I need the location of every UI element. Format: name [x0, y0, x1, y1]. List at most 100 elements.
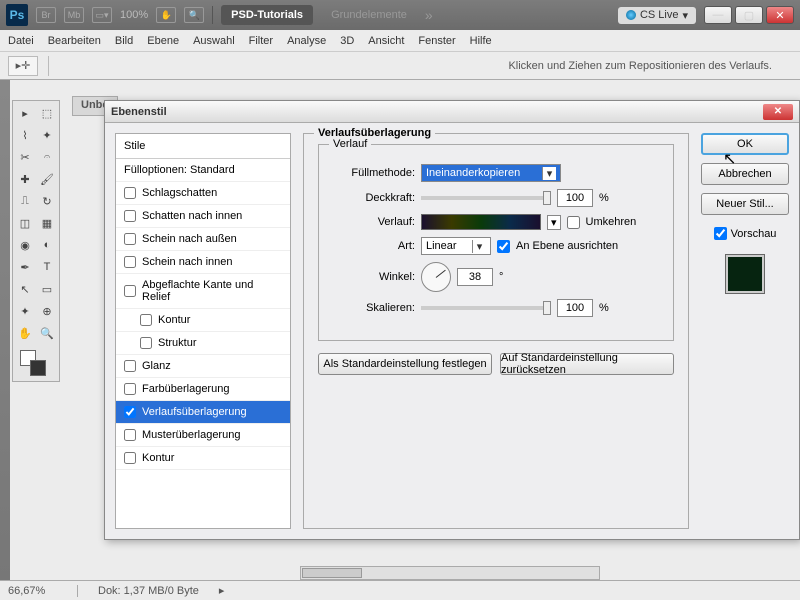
effect-schein-nach-au-en[interactable]: Schein nach außen	[116, 228, 290, 251]
effect-checkbox[interactable]	[140, 337, 152, 349]
menu-datei[interactable]: Datei	[8, 35, 34, 47]
menu-hilfe[interactable]: Hilfe	[470, 35, 492, 47]
effect-checkbox[interactable]	[140, 314, 152, 326]
effect-kontur[interactable]: Kontur	[116, 447, 290, 470]
angle-input[interactable]	[457, 268, 493, 286]
move-tool[interactable]: ▸	[15, 103, 35, 123]
ok-button[interactable]: OK	[701, 133, 789, 155]
3d-camera-tool[interactable]: ⊕	[37, 301, 57, 321]
effect-abgeflachte-kante-und-relief[interactable]: Abgeflachte Kante und Relief	[116, 274, 290, 309]
wand-tool[interactable]: ✦	[37, 125, 57, 145]
reset-default-button[interactable]: Auf Standardeinstellung zurücksetzen	[500, 353, 674, 375]
menu-auswahl[interactable]: Auswahl	[193, 35, 235, 47]
effect-checkbox[interactable]	[124, 256, 136, 268]
effect-checkbox[interactable]	[124, 406, 136, 418]
menu-3d[interactable]: 3D	[340, 35, 354, 47]
effect-muster-berlagerung[interactable]: Musterüberlagerung	[116, 424, 290, 447]
effect-checkbox[interactable]	[124, 210, 136, 222]
effect-schein-nach-innen[interactable]: Schein nach innen	[116, 251, 290, 274]
reverse-checkbox[interactable]	[567, 216, 580, 229]
effect-schlagschatten[interactable]: Schlagschatten	[116, 182, 290, 205]
blur-tool[interactable]: ◉	[15, 235, 35, 255]
effect-checkbox[interactable]	[124, 187, 136, 199]
effect-verlaufs-berlagerung[interactable]: Verlaufsüberlagerung	[116, 401, 290, 424]
zoom-level[interactable]: 100%	[120, 9, 148, 21]
new-style-button[interactable]: Neuer Stil...	[701, 193, 789, 215]
stamp-tool[interactable]: ⎍	[15, 191, 35, 211]
healing-tool[interactable]: ✚	[15, 169, 35, 189]
eraser-tool[interactable]: ◫	[15, 213, 35, 233]
effect-farb-berlagerung[interactable]: Farbüberlagerung	[116, 378, 290, 401]
dialog-titlebar[interactable]: Ebenenstil ✕	[105, 101, 799, 123]
close-button[interactable]: ✕	[766, 6, 794, 24]
bridge-icon[interactable]: Br	[36, 7, 56, 23]
style-dropdown[interactable]: Linear▾	[421, 237, 491, 255]
menu-filter[interactable]: Filter	[249, 35, 273, 47]
dodge-tool[interactable]: ◐	[37, 235, 57, 255]
scale-input[interactable]	[557, 299, 593, 317]
hand-icon[interactable]: ✋	[156, 7, 176, 23]
pen-tool[interactable]: ✒	[15, 257, 35, 277]
fill-options[interactable]: Fülloptionen: Standard	[116, 159, 290, 182]
status-zoom[interactable]: 66,67%	[8, 585, 78, 597]
workspace-more-icon[interactable]: »	[425, 7, 433, 23]
horizontal-scrollbar[interactable]	[300, 566, 600, 580]
preview-checkbox[interactable]	[714, 227, 727, 240]
color-swatches[interactable]	[15, 345, 35, 379]
path-tool[interactable]: ↖	[15, 279, 35, 299]
brush-tool[interactable]: 🖌	[37, 169, 57, 189]
marquee-tool[interactable]: ⬚	[37, 103, 57, 123]
menu-ansicht[interactable]: Ansicht	[368, 35, 404, 47]
gradient-dropdown-icon[interactable]: ▾	[547, 215, 561, 230]
minibridge-icon[interactable]: Mb	[64, 7, 84, 23]
lasso-tool[interactable]: ⌇	[15, 125, 35, 145]
menu-bild[interactable]: Bild	[115, 35, 133, 47]
angle-dial[interactable]	[421, 262, 451, 292]
dialog-close-button[interactable]: ✕	[763, 104, 793, 120]
zoom-tool[interactable]: 🔍	[37, 323, 57, 343]
screen-mode-icon[interactable]: ▭▾	[92, 7, 112, 23]
style-label: Art:	[333, 240, 415, 252]
move-tool-icon[interactable]: ▸✛	[8, 56, 38, 76]
blend-mode-dropdown[interactable]: Ineinanderkopieren▾	[421, 164, 561, 182]
menu-analyse[interactable]: Analyse	[287, 35, 326, 47]
menu-fenster[interactable]: Fenster	[418, 35, 455, 47]
opacity-slider[interactable]	[421, 196, 551, 200]
effect-kontur[interactable]: Kontur	[116, 309, 290, 332]
gradient-preview[interactable]	[421, 214, 541, 230]
effect-glanz[interactable]: Glanz	[116, 355, 290, 378]
opacity-input[interactable]	[557, 189, 593, 207]
status-doc-info[interactable]: Dok: 1,37 MB/0 Byte	[98, 585, 199, 597]
workspace-other[interactable]: Grundelemente	[321, 5, 417, 25]
set-default-button[interactable]: Als Standardeinstellung festlegen	[318, 353, 492, 375]
minimize-button[interactable]: —	[704, 6, 732, 24]
cancel-button[interactable]: Abbrechen	[701, 163, 789, 185]
effect-struktur[interactable]: Struktur	[116, 332, 290, 355]
history-brush-tool[interactable]: ↻	[37, 191, 57, 211]
zoom-icon[interactable]: 🔍	[184, 7, 204, 23]
effect-checkbox[interactable]	[124, 383, 136, 395]
effect-checkbox[interactable]	[124, 285, 136, 297]
scale-unit: %	[599, 302, 609, 314]
effect-checkbox[interactable]	[124, 360, 136, 372]
effect-checkbox[interactable]	[124, 429, 136, 441]
effect-checkbox[interactable]	[124, 233, 136, 245]
menu-ebene[interactable]: Ebene	[147, 35, 179, 47]
workspace-active[interactable]: PSD-Tutorials	[221, 5, 313, 25]
maximize-button[interactable]: ▢	[735, 6, 763, 24]
effect-schatten-nach-innen[interactable]: Schatten nach innen	[116, 205, 290, 228]
align-checkbox[interactable]	[497, 240, 510, 253]
cslive-button[interactable]: CS Live ▾	[618, 7, 696, 24]
gradient-tool[interactable]: ▦	[37, 213, 57, 233]
hand-tool[interactable]: ✋	[15, 323, 35, 343]
crop-tool[interactable]: ✂	[15, 147, 35, 167]
effect-checkbox[interactable]	[124, 452, 136, 464]
status-arrow-icon[interactable]: ▸	[219, 584, 225, 597]
type-tool[interactable]: T	[37, 257, 57, 277]
style-list-header[interactable]: Stile	[116, 134, 290, 159]
shape-tool[interactable]: ▭	[37, 279, 57, 299]
scale-slider[interactable]	[421, 306, 551, 310]
menu-bearbeiten[interactable]: Bearbeiten	[48, 35, 101, 47]
eyedropper-tool[interactable]: 𝄐	[37, 147, 57, 167]
3d-tool[interactable]: ✦	[15, 301, 35, 321]
